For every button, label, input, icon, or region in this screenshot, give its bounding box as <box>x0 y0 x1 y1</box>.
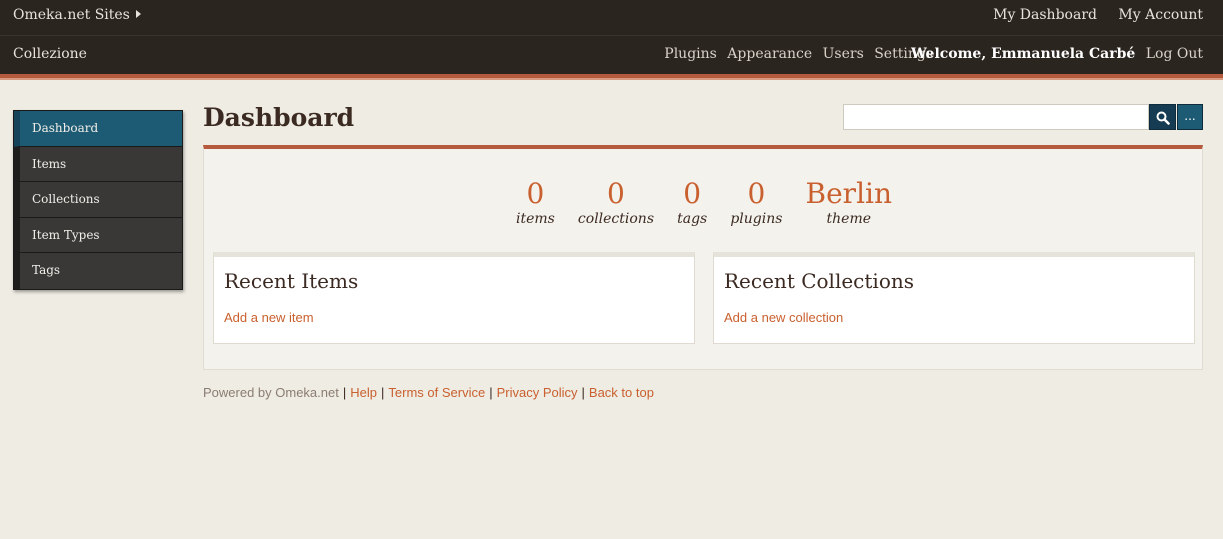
recent-collections-title: Recent Collections <box>724 269 914 293</box>
stat-items[interactable]: 0 items <box>515 177 555 228</box>
footer-back-to-top-link[interactable]: Back to top <box>589 385 654 400</box>
stat-theme-label: theme <box>826 211 872 227</box>
dashboard-panel: 0 items 0 collections 0 tags 0 plugins B… <box>203 145 1203 370</box>
advanced-search-button[interactable]: ... <box>1177 104 1203 130</box>
site-header: Collezione Plugins Appearance Users Sett… <box>0 36 1223 74</box>
stats-row: 0 items 0 collections 0 tags 0 plugins B… <box>204 177 1204 228</box>
stat-items-count: 0 <box>526 177 545 210</box>
footer-privacy-link[interactable]: Privacy Policy <box>497 385 578 400</box>
welcome-text: Welcome, Emmanuela Carbé <box>910 46 1136 62</box>
stat-collections[interactable]: 0 collections <box>577 177 655 228</box>
admin-nav: Plugins Appearance Users Settings <box>658 46 933 62</box>
stat-tags-label: tags <box>677 211 708 227</box>
caret-right-icon <box>135 10 141 18</box>
sidebar-item-collections[interactable]: Collections <box>14 182 182 218</box>
sidebar-item-tags[interactable]: Tags <box>14 253 182 289</box>
search-input[interactable] <box>843 104 1149 130</box>
powered-by[interactable]: Powered by Omeka.net <box>203 385 339 400</box>
page-title: Dashboard <box>203 103 355 132</box>
search-form: ... <box>843 104 1203 130</box>
add-new-item-link[interactable]: Add a new item <box>224 310 314 325</box>
stat-tags-count: 0 <box>683 177 702 210</box>
stat-theme-name: Berlin <box>805 177 893 210</box>
stat-collections-count: 0 <box>607 177 625 210</box>
nav-appearance[interactable]: Appearance <box>727 46 812 62</box>
logout-link[interactable]: Log Out <box>1146 46 1203 62</box>
header-accent-bar <box>0 74 1223 80</box>
my-dashboard-link[interactable]: My Dashboard <box>993 7 1097 23</box>
stat-plugins-label: plugins <box>730 211 783 227</box>
omeka-sites-menu[interactable]: Omeka.net Sites <box>13 7 141 23</box>
sidebar-item-item-types[interactable]: Item Types <box>14 217 182 253</box>
footer-separator: | <box>342 385 347 400</box>
footer-help-link[interactable]: Help <box>350 385 377 400</box>
footer-separator: | <box>489 385 493 400</box>
my-account-link[interactable]: My Account <box>1118 7 1203 23</box>
stat-tags[interactable]: 0 tags <box>677 177 708 228</box>
omeka-sites-label: Omeka.net Sites <box>13 7 130 23</box>
nav-users[interactable]: Users <box>823 46 864 62</box>
nav-plugins[interactable]: Plugins <box>664 46 717 62</box>
stat-collections-label: collections <box>577 211 655 227</box>
sidebar-item-dashboard[interactable]: Dashboard <box>14 111 182 147</box>
footer-separator: | <box>581 385 585 400</box>
search-icon <box>1156 111 1170 125</box>
footer-terms-link[interactable]: Terms of Service <box>388 385 485 400</box>
recent-collections-panel: Recent Collections Add a new collection <box>713 252 1195 344</box>
recent-items-panel: Recent Items Add a new item <box>213 252 695 344</box>
global-links: My Dashboard My Account <box>976 7 1203 23</box>
sidebar-item-items[interactable]: Items <box>14 146 182 182</box>
global-header: Omeka.net Sites My Dashboard My Account <box>0 0 1223 36</box>
site-title[interactable]: Collezione <box>13 46 87 62</box>
stat-theme[interactable]: Berlin theme <box>805 177 893 228</box>
sidebar-nav: Dashboard Items Collections Item Types T… <box>13 110 183 290</box>
stat-plugins[interactable]: 0 plugins <box>730 177 783 228</box>
add-new-collection-link[interactable]: Add a new collection <box>724 310 843 325</box>
recent-items-title: Recent Items <box>224 269 359 293</box>
search-button[interactable] <box>1149 104 1176 130</box>
user-area: Welcome, Emmanuela Carbé Log Out <box>911 46 1203 62</box>
footer: Powered by Omeka.net | Help | Terms of Servi… <box>203 385 654 400</box>
stat-items-label: items <box>515 211 555 227</box>
stat-plugins-count: 0 <box>747 177 766 210</box>
footer-separator: | <box>381 385 385 400</box>
